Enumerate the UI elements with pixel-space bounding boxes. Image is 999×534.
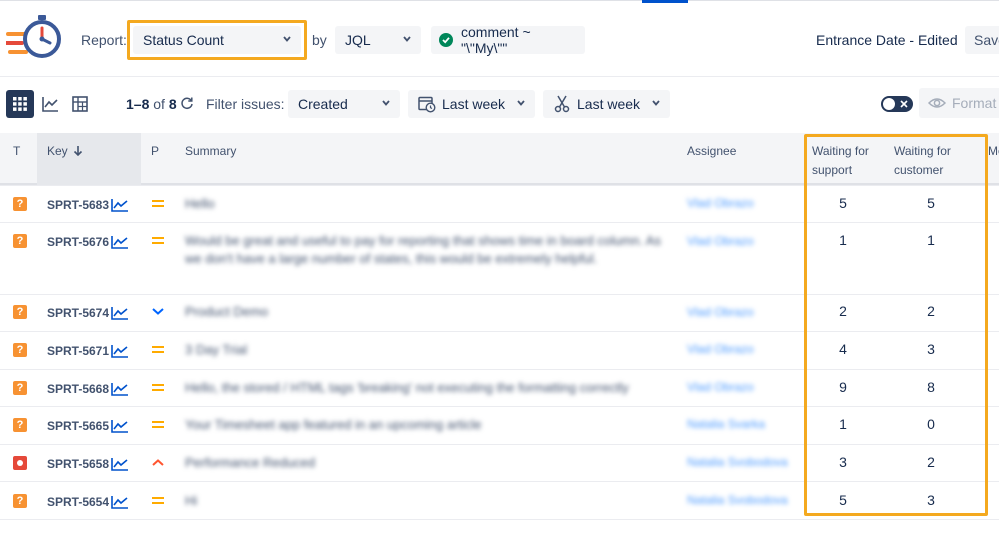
format-button[interactable]: Format: [919, 88, 999, 118]
chevron-down-icon: [403, 36, 411, 42]
trend-icon[interactable]: [111, 306, 129, 320]
issue-summary[interactable]: Product Demo: [185, 303, 665, 321]
chevron-down-icon: [517, 100, 525, 106]
issue-key[interactable]: SPRT-5676: [47, 235, 109, 249]
date-field-value: Created: [298, 96, 348, 112]
trend-icon[interactable]: [111, 457, 129, 471]
question-type-icon: ?: [13, 343, 27, 357]
toggle-knob: [883, 98, 895, 110]
question-type-icon: ?: [13, 305, 27, 319]
trend-icon[interactable]: [111, 495, 129, 509]
exclude-range-select[interactable]: Last week: [543, 90, 670, 118]
priority-medium-icon: [152, 497, 164, 504]
grid-view-button[interactable]: [6, 90, 34, 118]
group-by-select[interactable]: JQL: [335, 26, 421, 54]
priority-medium-icon: [152, 237, 164, 244]
row-divider: [0, 519, 999, 520]
assignee-name[interactable]: Vlad Obrazo: [687, 196, 754, 210]
report-select-highlight: [127, 20, 307, 60]
check-circle-icon: [439, 33, 453, 47]
top-rule: [0, 0, 999, 1]
chart-view-button[interactable]: [36, 90, 64, 118]
scissors-icon: [554, 95, 570, 113]
issue-key[interactable]: SPRT-5654: [47, 495, 109, 509]
question-type-icon: ?: [13, 234, 27, 248]
bug-type-icon: [13, 456, 27, 470]
column-next[interactable]: Me: [988, 142, 999, 161]
chevron-down-icon: [382, 100, 390, 106]
refresh-icon[interactable]: [180, 96, 194, 110]
issue-summary[interactable]: Performance Reduced: [185, 454, 665, 472]
line-chart-icon: [42, 97, 58, 112]
active-tab-indicator: [642, 0, 688, 3]
entrance-date-label[interactable]: Entrance Date - Edited: [816, 32, 958, 48]
date-field-select[interactable]: Created: [288, 90, 400, 118]
issue-summary[interactable]: Hello, the stored / HTML tags 'breaking'…: [185, 379, 665, 397]
pivot-view-button[interactable]: [66, 90, 94, 118]
exclude-range-value: Last week: [577, 96, 641, 112]
trend-icon[interactable]: [111, 235, 129, 249]
column-assignee[interactable]: Assignee: [687, 142, 736, 161]
trend-icon[interactable]: [111, 419, 129, 433]
assignee-name[interactable]: Vlad Obrazo: [687, 342, 754, 356]
question-type-icon: ?: [13, 418, 27, 432]
assignee-name[interactable]: Vlad Obrazo: [687, 305, 754, 319]
issue-key[interactable]: SPRT-5658: [47, 457, 109, 471]
assignee-name[interactable]: Natalia Svarka: [687, 417, 765, 431]
assignee-name[interactable]: Natalia Svobodova: [687, 455, 788, 469]
assignee-name[interactable]: Natalia Svobodova: [687, 493, 788, 507]
date-range-value: Last week: [442, 96, 506, 112]
calendar-clock-icon: [418, 96, 436, 113]
trend-icon[interactable]: [111, 198, 129, 212]
question-type-icon: ?: [13, 197, 27, 211]
column-key[interactable]: Key: [47, 142, 83, 161]
question-type-icon: ?: [13, 494, 27, 508]
column-priority[interactable]: P: [151, 142, 159, 161]
column-key-label: Key: [47, 144, 68, 158]
filter-issues-label: Filter issues:: [206, 96, 285, 112]
format-label: Format: [952, 95, 997, 111]
column-summary[interactable]: Summary: [185, 142, 236, 161]
grid-icon: [13, 97, 27, 111]
jql-query-button[interactable]: comment ~ "\"My\"": [431, 24, 585, 56]
column-type[interactable]: T: [13, 142, 20, 161]
issue-summary[interactable]: Hi: [185, 492, 665, 510]
issue-summary[interactable]: Your Timesheet app featured in an upcomi…: [185, 416, 665, 434]
issue-key[interactable]: SPRT-5671: [47, 344, 109, 358]
priority-medium-icon: [152, 200, 164, 207]
issue-key[interactable]: SPRT-5683: [47, 198, 109, 212]
priority-medium-icon: [152, 421, 164, 428]
issue-key[interactable]: SPRT-5665: [47, 419, 109, 433]
chevron-down-icon: [652, 100, 660, 106]
issue-summary[interactable]: 3 Day Trial: [185, 341, 665, 359]
report-label: Report:: [81, 32, 127, 48]
close-icon: [900, 100, 908, 108]
trend-icon[interactable]: [111, 344, 129, 358]
issue-summary[interactable]: Would be great and useful to pay for rep…: [185, 232, 665, 268]
save-button[interactable]: Save: [965, 26, 999, 54]
issue-key[interactable]: SPRT-5674: [47, 306, 109, 320]
date-range-select[interactable]: Last week: [408, 90, 535, 118]
header-divider: [0, 76, 999, 77]
jql-query-text: comment ~ "\"My\"": [461, 24, 531, 56]
issue-key[interactable]: SPRT-5668: [47, 382, 109, 396]
group-by-value: JQL: [345, 32, 371, 48]
priority-medium-icon: [152, 384, 164, 391]
priority-low-icon: [152, 308, 164, 315]
issue-summary[interactable]: Hello: [185, 195, 665, 213]
eye-icon: [928, 98, 946, 108]
issue-count: 1–8 of 8: [126, 96, 177, 112]
arrow-down-icon: [73, 146, 83, 157]
priority-high-icon: [152, 459, 164, 466]
assignee-name[interactable]: Vlad Obrazo: [687, 380, 754, 394]
toggle-switch[interactable]: [881, 96, 913, 112]
assignee-name[interactable]: Vlad Obrazo: [687, 234, 754, 248]
priority-medium-icon: [152, 346, 164, 353]
waiting-columns-highlight: [804, 134, 988, 516]
trend-icon[interactable]: [111, 382, 129, 396]
question-type-icon: ?: [13, 381, 27, 395]
by-label: by: [312, 32, 327, 48]
pivot-grid-icon: [72, 96, 88, 112]
stopwatch-logo-icon: [6, 15, 61, 58]
